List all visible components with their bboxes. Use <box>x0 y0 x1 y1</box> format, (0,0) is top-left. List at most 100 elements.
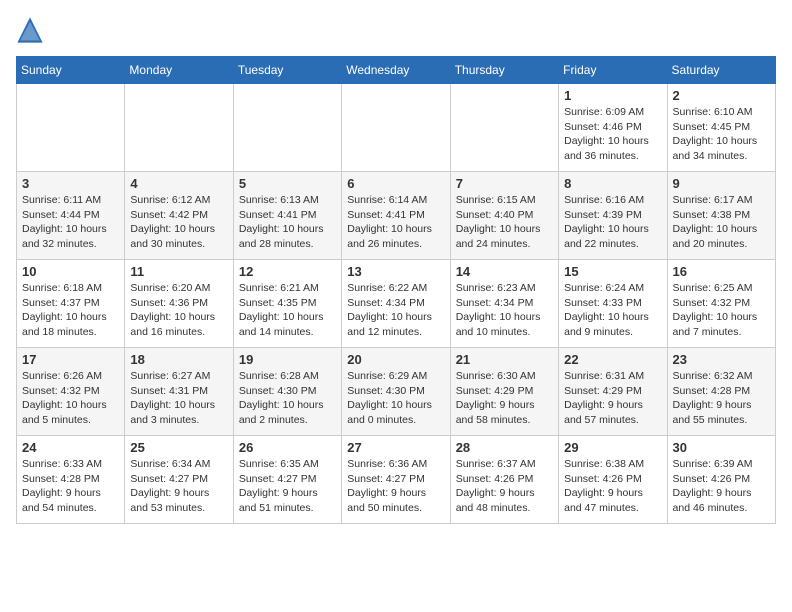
day-number: 14 <box>456 264 553 279</box>
day-number: 4 <box>130 176 227 191</box>
day-info: Sunrise: 6:32 AM Sunset: 4:28 PM Dayligh… <box>673 369 770 428</box>
day-number: 30 <box>673 440 770 455</box>
day-number: 23 <box>673 352 770 367</box>
logo <box>16 16 48 44</box>
calendar-cell: 16Sunrise: 6:25 AM Sunset: 4:32 PM Dayli… <box>667 260 775 348</box>
calendar-cell: 9Sunrise: 6:17 AM Sunset: 4:38 PM Daylig… <box>667 172 775 260</box>
calendar-cell <box>450 84 558 172</box>
day-info: Sunrise: 6:36 AM Sunset: 4:27 PM Dayligh… <box>347 457 444 516</box>
day-info: Sunrise: 6:23 AM Sunset: 4:34 PM Dayligh… <box>456 281 553 340</box>
calendar-week-row: 17Sunrise: 6:26 AM Sunset: 4:32 PM Dayli… <box>17 348 776 436</box>
day-number: 21 <box>456 352 553 367</box>
calendar-week-row: 24 Sunrise: 6:33 AM Sunset: 4:28 PM Dayli… <box>17 436 776 524</box>
calendar-cell: 13 Sunrise: 6:22 AM Sunset: 4:34 PM Dayli… <box>342 260 450 348</box>
calendar-week-row: 3 Sunrise: 6:11 AM Sunset: 4:44 PM Daylig… <box>17 172 776 260</box>
calendar-cell: 30Sunrise: 6:39 AM Sunset: 4:26 PM Dayli… <box>667 436 775 524</box>
day-number: 27 <box>347 440 444 455</box>
day-info: Sunrise: 6:38 AM Sunset: 4:26 PM Dayligh… <box>564 457 661 516</box>
calendar-cell: 15 Sunrise: 6:24 AM Sunset: 4:33 PM Dayli… <box>559 260 667 348</box>
day-info: Sunrise: 6:16 AM Sunset: 4:39 PM Dayligh… <box>564 193 661 252</box>
day-number: 16 <box>673 264 770 279</box>
day-number: 25 <box>130 440 227 455</box>
day-number: 3 <box>22 176 119 191</box>
day-number: 12 <box>239 264 336 279</box>
day-number: 15 <box>564 264 661 279</box>
calendar-cell: 26 Sunrise: 6:35 AM Sunset: 4:27 PM Dayli… <box>233 436 341 524</box>
calendar-table: SundayMondayTuesdayWednesdayThursdayFrid… <box>16 56 776 524</box>
day-number: 24 <box>22 440 119 455</box>
calendar-header-monday: Monday <box>125 57 233 84</box>
calendar-header-tuesday: Tuesday <box>233 57 341 84</box>
day-number: 29 <box>564 440 661 455</box>
day-info: Sunrise: 6:11 AM Sunset: 4:44 PM Dayligh… <box>22 193 119 252</box>
day-info: Sunrise: 6:24 AM Sunset: 4:33 PM Dayligh… <box>564 281 661 340</box>
day-info: Sunrise: 6:15 AM Sunset: 4:40 PM Dayligh… <box>456 193 553 252</box>
day-info: Sunrise: 6:29 AM Sunset: 4:30 PM Dayligh… <box>347 369 444 428</box>
calendar-cell: 23 Sunrise: 6:32 AM Sunset: 4:28 PM Dayli… <box>667 348 775 436</box>
day-number: 11 <box>130 264 227 279</box>
calendar-header-row: SundayMondayTuesdayWednesdayThursdayFrid… <box>17 57 776 84</box>
day-number: 2 <box>673 88 770 103</box>
calendar-header-wednesday: Wednesday <box>342 57 450 84</box>
calendar-cell <box>233 84 341 172</box>
calendar-cell: 14 Sunrise: 6:23 AM Sunset: 4:34 PM Dayli… <box>450 260 558 348</box>
day-info: Sunrise: 6:30 AM Sunset: 4:29 PM Dayligh… <box>456 369 553 428</box>
calendar-cell: 17Sunrise: 6:26 AM Sunset: 4:32 PM Dayli… <box>17 348 125 436</box>
day-number: 13 <box>347 264 444 279</box>
calendar-week-row: 1 Sunrise: 6:09 AM Sunset: 4:46 PM Daylig… <box>17 84 776 172</box>
day-number: 19 <box>239 352 336 367</box>
calendar-cell: 28 Sunrise: 6:37 AM Sunset: 4:26 PM Dayli… <box>450 436 558 524</box>
day-number: 20 <box>347 352 444 367</box>
day-info: Sunrise: 6:33 AM Sunset: 4:28 PM Dayligh… <box>22 457 119 516</box>
day-info: Sunrise: 6:14 AM Sunset: 4:41 PM Dayligh… <box>347 193 444 252</box>
day-info: Sunrise: 6:26 AM Sunset: 4:32 PM Dayligh… <box>22 369 119 428</box>
day-info: Sunrise: 6:10 AM Sunset: 4:45 PM Dayligh… <box>673 105 770 164</box>
calendar-cell: 24 Sunrise: 6:33 AM Sunset: 4:28 PM Dayli… <box>17 436 125 524</box>
calendar-cell <box>125 84 233 172</box>
calendar-cell <box>342 84 450 172</box>
calendar-cell: 22 Sunrise: 6:31 AM Sunset: 4:29 PM Dayli… <box>559 348 667 436</box>
calendar-cell: 21 Sunrise: 6:30 AM Sunset: 4:29 PM Dayli… <box>450 348 558 436</box>
calendar-cell: 29 Sunrise: 6:38 AM Sunset: 4:26 PM Dayli… <box>559 436 667 524</box>
day-info: Sunrise: 6:22 AM Sunset: 4:34 PM Dayligh… <box>347 281 444 340</box>
calendar-cell: 10 Sunrise: 6:18 AM Sunset: 4:37 PM Dayli… <box>17 260 125 348</box>
day-number: 5 <box>239 176 336 191</box>
day-info: Sunrise: 6:20 AM Sunset: 4:36 PM Dayligh… <box>130 281 227 340</box>
calendar-cell: 20 Sunrise: 6:29 AM Sunset: 4:30 PM Dayli… <box>342 348 450 436</box>
day-number: 7 <box>456 176 553 191</box>
calendar-cell: 18Sunrise: 6:27 AM Sunset: 4:31 PM Dayli… <box>125 348 233 436</box>
calendar-cell: 2 Sunrise: 6:10 AM Sunset: 4:45 PM Daylig… <box>667 84 775 172</box>
day-number: 9 <box>673 176 770 191</box>
day-info: Sunrise: 6:21 AM Sunset: 4:35 PM Dayligh… <box>239 281 336 340</box>
day-info: Sunrise: 6:18 AM Sunset: 4:37 PM Dayligh… <box>22 281 119 340</box>
page-header <box>16 16 776 44</box>
calendar-cell: 25Sunrise: 6:34 AM Sunset: 4:27 PM Dayli… <box>125 436 233 524</box>
day-number: 18 <box>130 352 227 367</box>
logo-icon <box>16 16 44 44</box>
calendar-cell: 4Sunrise: 6:12 AM Sunset: 4:42 PM Daylig… <box>125 172 233 260</box>
day-number: 22 <box>564 352 661 367</box>
day-number: 26 <box>239 440 336 455</box>
day-info: Sunrise: 6:28 AM Sunset: 4:30 PM Dayligh… <box>239 369 336 428</box>
calendar-cell: 1 Sunrise: 6:09 AM Sunset: 4:46 PM Daylig… <box>559 84 667 172</box>
calendar-header-sunday: Sunday <box>17 57 125 84</box>
calendar-cell: 3 Sunrise: 6:11 AM Sunset: 4:44 PM Daylig… <box>17 172 125 260</box>
day-number: 10 <box>22 264 119 279</box>
day-number: 6 <box>347 176 444 191</box>
calendar-cell: 5 Sunrise: 6:13 AM Sunset: 4:41 PM Daylig… <box>233 172 341 260</box>
calendar-header-thursday: Thursday <box>450 57 558 84</box>
day-info: Sunrise: 6:31 AM Sunset: 4:29 PM Dayligh… <box>564 369 661 428</box>
calendar-cell: 19 Sunrise: 6:28 AM Sunset: 4:30 PM Dayli… <box>233 348 341 436</box>
calendar-cell: 12 Sunrise: 6:21 AM Sunset: 4:35 PM Dayli… <box>233 260 341 348</box>
calendar-cell: 6 Sunrise: 6:14 AM Sunset: 4:41 PM Daylig… <box>342 172 450 260</box>
calendar-cell: 27 Sunrise: 6:36 AM Sunset: 4:27 PM Dayli… <box>342 436 450 524</box>
calendar-cell: 7 Sunrise: 6:15 AM Sunset: 4:40 PM Daylig… <box>450 172 558 260</box>
calendar-header-friday: Friday <box>559 57 667 84</box>
day-info: Sunrise: 6:13 AM Sunset: 4:41 PM Dayligh… <box>239 193 336 252</box>
day-number: 1 <box>564 88 661 103</box>
calendar-header-saturday: Saturday <box>667 57 775 84</box>
day-number: 28 <box>456 440 553 455</box>
day-info: Sunrise: 6:35 AM Sunset: 4:27 PM Dayligh… <box>239 457 336 516</box>
day-info: Sunrise: 6:09 AM Sunset: 4:46 PM Dayligh… <box>564 105 661 164</box>
day-info: Sunrise: 6:37 AM Sunset: 4:26 PM Dayligh… <box>456 457 553 516</box>
